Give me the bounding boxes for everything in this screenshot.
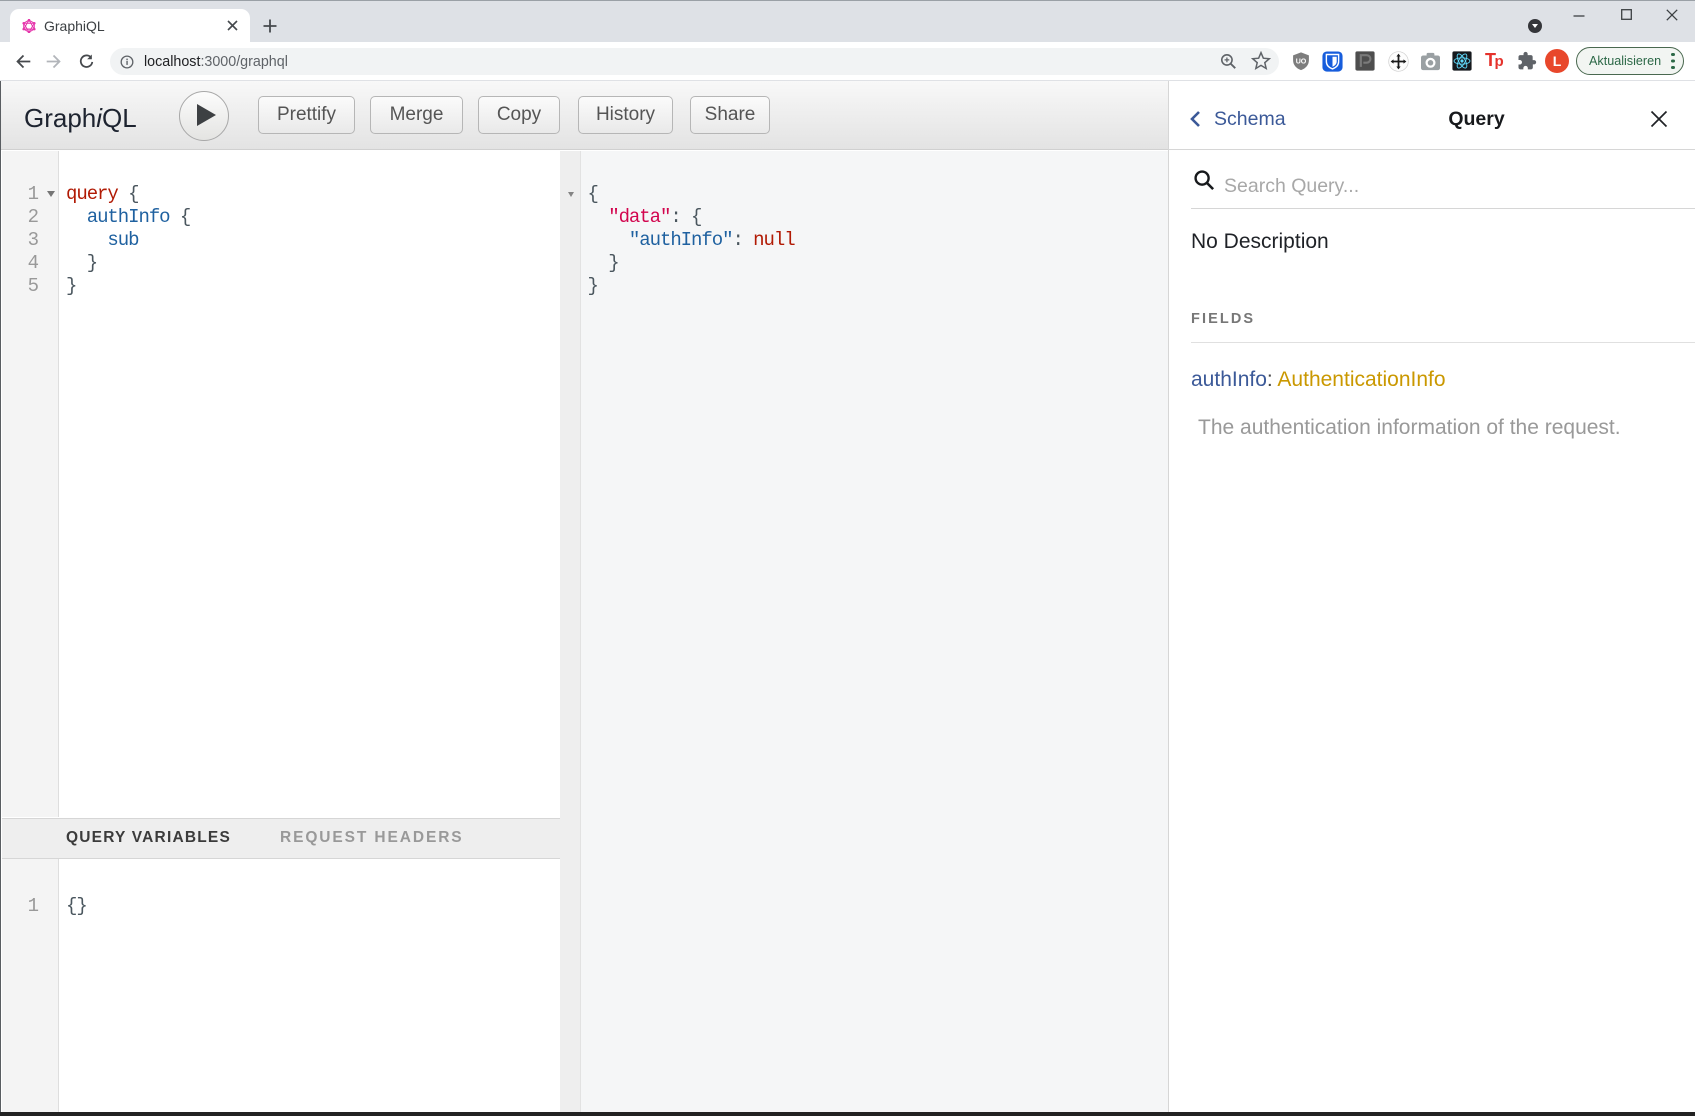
svg-text:UO: UO <box>1296 57 1307 65</box>
